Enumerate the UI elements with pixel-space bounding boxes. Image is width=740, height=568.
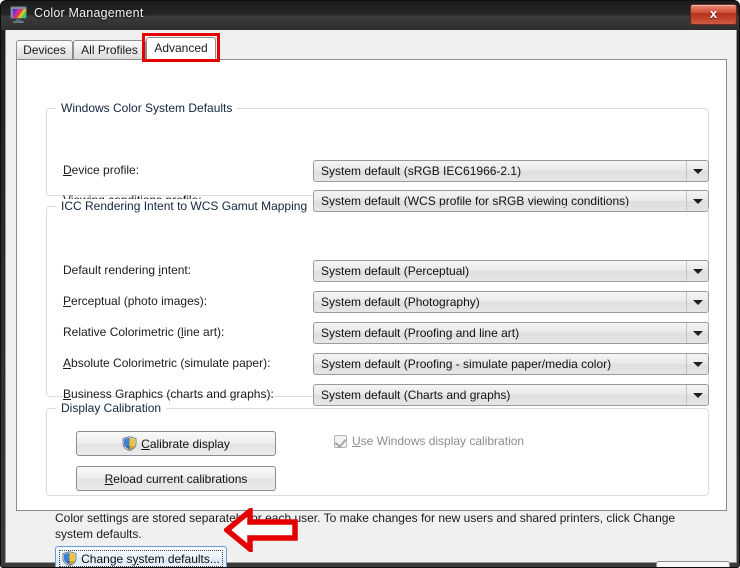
tab-devices[interactable]: Devices [16,40,73,59]
uac-shield-icon [62,551,77,566]
combo-relative-colorimetric-value: System default (Proofing and line art) [321,326,520,340]
label-default-rendering-intent: Default rendering intent: [63,263,192,277]
group-windows-color-system-defaults: Windows Color System Defaults [46,101,709,196]
label-relative-colorimetric: Relative Colorimetric (line art): [63,325,225,339]
combo-default-rendering-intent-value: System default (Perceptual) [321,264,470,278]
use-windows-display-calibration-checkbox[interactable]: Use Windows display calibration [334,434,524,448]
close-dialog-button[interactable]: Close [656,561,730,568]
checkbox-indicator [334,434,347,448]
label-business-graphics: Business Graphics (charts and graphs): [63,387,274,401]
combo-relative-colorimetric[interactable]: System default (Proofing and line art) [313,322,709,344]
tab-all-profiles[interactable]: All Profiles [73,40,146,59]
chevron-down-icon [686,292,708,312]
chevron-down-icon [686,385,708,405]
close-icon: x [709,6,718,21]
calibrate-display-label: Calibrate display [141,436,230,451]
label-device-profile: Device profile: [63,163,140,177]
tab-advanced[interactable]: Advanced [146,37,216,60]
tab-strip: Devices All Profiles Advanced [16,33,726,62]
window-close-button[interactable]: x [690,4,737,25]
combo-default-rendering-intent[interactable]: System default (Perceptual) [313,260,709,282]
window-title: Color Management [34,6,144,20]
title-bar: Color Management x [1,1,739,30]
combo-absolute-colorimetric[interactable]: System default (Proofing - simulate pape… [313,353,709,375]
dialog-client-area: Devices All Profiles Advanced Windows Co… [5,30,737,567]
close-dialog-label: Close [657,562,729,568]
chevron-down-icon [686,261,708,281]
chevron-down-icon [686,323,708,343]
calibrate-display-button[interactable]: Calibrate display [76,431,276,456]
color-management-window: Color Management x Devices All Profiles … [0,0,740,568]
group-title-display-calibration: Display Calibration [56,401,167,415]
group-title-wcs: Windows Color System Defaults [56,101,238,115]
label-absolute-colorimetric: Absolute Colorimetric (simulate paper): [63,356,271,370]
label-perceptual: Perceptual (photo images): [63,294,208,308]
uac-shield-icon [122,436,137,451]
change-system-defaults-button[interactable]: Change system defaults... [55,546,227,567]
combo-business-graphics[interactable]: System default (Charts and graphs) [313,384,709,406]
combo-absolute-colorimetric-value: System default (Proofing - simulate pape… [321,357,612,371]
group-title-icc: ICC Rendering Intent to WCS Gamut Mappin… [56,199,313,213]
chevron-down-icon [686,354,708,374]
combo-business-graphics-value: System default (Charts and graphs) [321,388,511,402]
combo-device-profile-value: System default (sRGB IEC61966-2.1) [321,164,522,178]
check-icon [334,435,347,448]
combo-perceptual-value: System default (Photography) [321,295,480,309]
color-monitor-icon [10,6,27,23]
use-windows-display-calibration-label: Use Windows display calibration [352,434,525,448]
color-settings-note: Color settings are stored separately for… [55,511,676,541]
reload-current-calibrations-label: Reload current calibrations [104,471,248,486]
combo-perceptual[interactable]: System default (Photography) [313,291,709,313]
change-system-defaults-label: Change system defaults... [81,551,220,566]
reload-current-calibrations-button[interactable]: Reload current calibrations [76,466,276,491]
combo-device-profile[interactable]: System default (sRGB IEC61966-2.1) [313,160,709,182]
chevron-down-icon [686,161,708,181]
advanced-tab-panel: Windows Color System Defaults Device pro… [16,59,727,567]
